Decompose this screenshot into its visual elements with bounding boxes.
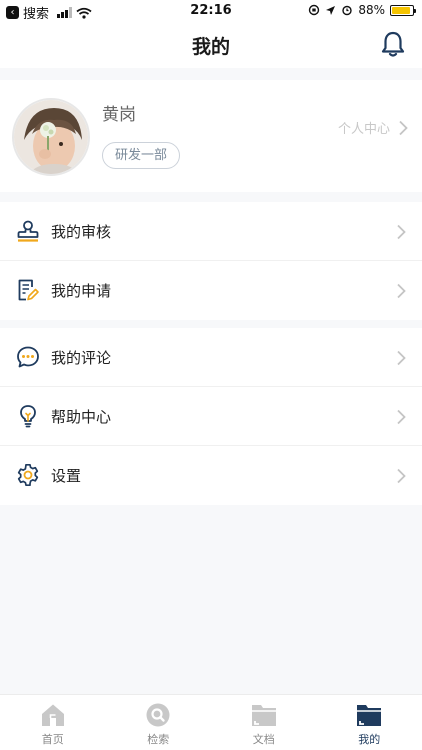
- chevron-right-icon: [397, 468, 406, 484]
- tab-label-mine: 我的: [358, 733, 381, 746]
- menu-item-my-review[interactable]: 我的审核: [0, 202, 422, 261]
- tab-search[interactable]: 检索: [106, 695, 212, 750]
- tab-mine[interactable]: 我的: [317, 695, 422, 750]
- menu-item-help-center[interactable]: 帮助中心: [0, 387, 422, 446]
- menu-item-my-comments[interactable]: 我的评论: [0, 328, 422, 387]
- menu-label-settings: 设置: [51, 467, 82, 485]
- alarm-icon: [342, 5, 353, 16]
- tab-documents[interactable]: 文档: [211, 695, 317, 750]
- user-name: 黄岗: [102, 105, 136, 125]
- folder-icon: [251, 705, 276, 726]
- menu-label-help-center: 帮助中心: [51, 408, 112, 426]
- menu-label-my-review: 我的审核: [51, 223, 112, 241]
- search-icon: [146, 703, 170, 727]
- tab-home[interactable]: 首页: [0, 695, 106, 750]
- profile-folder-icon: [357, 705, 382, 726]
- nav-bar: 我的: [0, 22, 422, 68]
- personal-center-label[interactable]: 个人中心: [338, 118, 390, 137]
- personal-center-link[interactable]: 个人中心: [338, 118, 408, 137]
- battery-icon: [390, 4, 416, 16]
- chevron-right-icon: [397, 350, 406, 366]
- menu-group-review: 我的审核 我的申请: [0, 202, 422, 320]
- avatar[interactable]: [12, 98, 90, 176]
- tab-label-search: 检索: [147, 733, 170, 746]
- menu-label-my-comments: 我的评论: [51, 349, 112, 367]
- bell-icon[interactable]: [380, 30, 406, 58]
- status-bar: ‹ 搜索 22:16 88%: [0, 0, 422, 22]
- profile-card[interactable]: 黄岗 研发一部 个人中心: [0, 80, 422, 192]
- chevron-right-icon: [397, 224, 406, 240]
- menu-item-my-application[interactable]: 我的申请: [0, 261, 422, 320]
- battery-percent: 88%: [358, 3, 385, 17]
- menu-item-settings[interactable]: 设置: [0, 446, 422, 505]
- location-icon: [326, 5, 336, 15]
- gear-icon: [17, 463, 39, 487]
- comment-icon: [17, 346, 39, 368]
- tab-label-home: 首页: [41, 733, 64, 746]
- menu-group-general: 我的评论 帮助中心 设置: [0, 328, 422, 505]
- home-icon: [41, 704, 64, 726]
- tab-bar: 首页 检索 文档 我的: [0, 694, 422, 750]
- chevron-right-icon: [399, 120, 408, 135]
- lightbulb-icon: [20, 405, 36, 428]
- department-badge: 研发一部: [102, 142, 181, 169]
- edit-document-icon: [18, 279, 39, 301]
- rotation-lock-icon: [309, 4, 320, 16]
- chevron-right-icon: [397, 283, 406, 299]
- chevron-right-icon: [397, 409, 406, 425]
- stamp-icon: [17, 220, 39, 242]
- tab-label-documents: 文档: [252, 733, 275, 746]
- menu-label-my-application: 我的申请: [51, 282, 112, 300]
- page-title: 我的: [191, 36, 230, 58]
